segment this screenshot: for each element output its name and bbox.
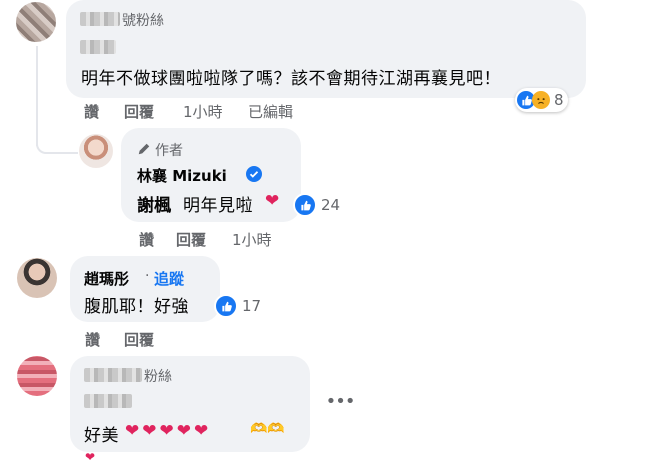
reaction-count: 24 bbox=[321, 196, 341, 214]
comment-text: 腹肌耶！好強 bbox=[84, 297, 189, 317]
author-badge: 作者 bbox=[155, 143, 183, 159]
commenter-name[interactable]: 粉絲 bbox=[144, 366, 172, 386]
heart-emoji-icon: ❤❤❤❤❤ bbox=[125, 421, 212, 441]
reaction-count: 8 bbox=[554, 91, 564, 109]
reaction-summary[interactable]: 17 bbox=[212, 294, 265, 318]
edited-label: 已編輯 bbox=[248, 103, 294, 121]
like-button[interactable]: 讚 bbox=[85, 329, 100, 350]
reply-button[interactable]: 回覆 bbox=[124, 101, 154, 122]
reaction-count: 17 bbox=[242, 297, 262, 315]
timestamp[interactable]: 1小時 bbox=[183, 101, 223, 122]
blurred-badge bbox=[80, 40, 116, 54]
comment-text: 明年不做球團啦啦隊了嗎？該不會期待江湖再襄見吧！ bbox=[81, 69, 501, 89]
heart-hands-emoji-icon: 🫶🫶 bbox=[250, 421, 285, 437]
more-options-button[interactable]: ••• bbox=[325, 391, 356, 412]
timestamp[interactable]: 1小時 bbox=[232, 229, 272, 250]
avatar[interactable] bbox=[16, 2, 56, 42]
pencil-icon bbox=[137, 141, 151, 160]
reaction-summary[interactable]: 8 bbox=[515, 88, 568, 112]
blurred-name bbox=[84, 368, 142, 382]
reply-button[interactable]: 回覆 bbox=[124, 329, 154, 350]
blurred-badge bbox=[84, 394, 132, 408]
author-avatar[interactable] bbox=[79, 134, 113, 168]
heart-emoji-icon: ❤ bbox=[265, 191, 280, 211]
heart-emoji-icon: ❤ bbox=[85, 450, 96, 464]
reply-button[interactable]: 回覆 bbox=[176, 229, 206, 250]
ellipsis-icon: ••• bbox=[325, 391, 356, 412]
avatar[interactable] bbox=[17, 356, 57, 396]
reaction-summary[interactable]: 24 bbox=[291, 193, 344, 217]
like-button[interactable]: 讚 bbox=[139, 229, 154, 250]
blurred-name bbox=[80, 12, 120, 26]
like-reaction-icon bbox=[214, 294, 238, 318]
commenter-name[interactable]: 號粉絲 bbox=[122, 10, 164, 30]
verified-badge-icon bbox=[246, 166, 262, 186]
thread-line bbox=[36, 46, 38, 146]
reply-text: 明年見啦 bbox=[183, 196, 253, 216]
avatar[interactable] bbox=[17, 258, 57, 298]
follow-link[interactable]: 追蹤 bbox=[154, 268, 184, 289]
thread-connector bbox=[36, 138, 78, 154]
like-reaction-icon bbox=[293, 193, 317, 217]
comment-text: 好美 bbox=[84, 426, 119, 446]
sad-reaction-icon bbox=[532, 91, 550, 109]
like-button[interactable]: 讚 bbox=[84, 101, 99, 122]
commenter-name[interactable]: 趙瑪彤 bbox=[84, 268, 129, 289]
separator-dot: · bbox=[145, 268, 150, 284]
mention-tag[interactable]: 謝楓 bbox=[137, 191, 171, 216]
author-name[interactable]: 林襄 Mizuki bbox=[137, 165, 227, 186]
